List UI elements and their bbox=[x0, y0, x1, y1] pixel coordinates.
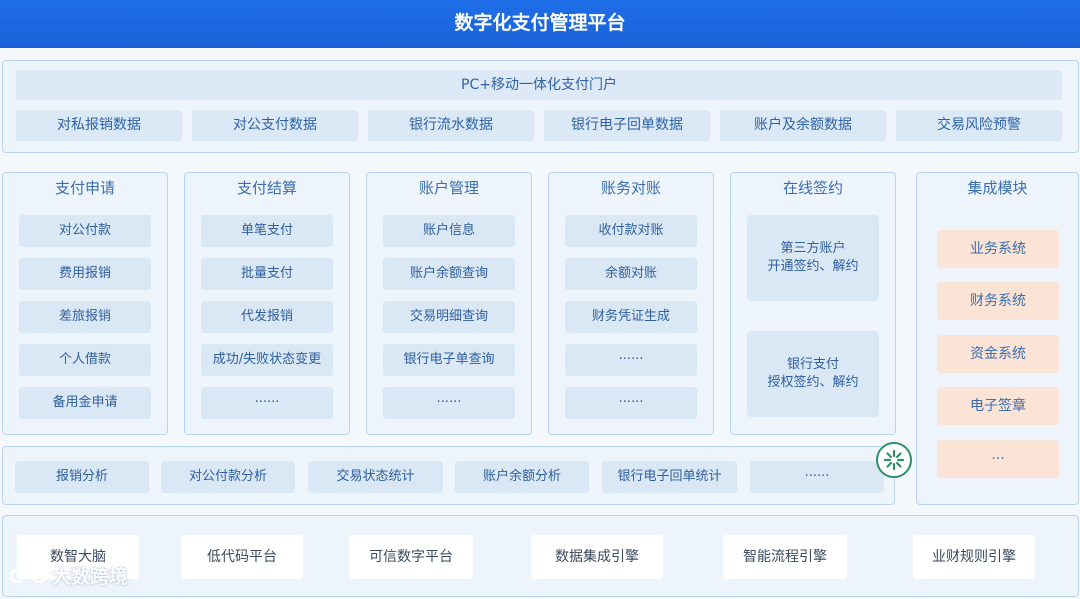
signing-line1: 银行支付 bbox=[786, 357, 839, 372]
module-item[interactable]: ······ bbox=[201, 387, 333, 419]
portal-data-row: 对私报销数据 对公支付数据 银行流水数据 银行电子回单数据 账户及余额数据 交易… bbox=[16, 110, 1062, 141]
module-item[interactable]: 余额对账 bbox=[565, 258, 697, 290]
module-item[interactable]: 个人借款 bbox=[19, 344, 151, 376]
module-item[interactable]: 代发报销 bbox=[201, 301, 333, 333]
module-item[interactable]: 银行电子单查询 bbox=[383, 344, 515, 376]
module-title: 集成模块 bbox=[967, 179, 1028, 197]
integration-item[interactable]: 电子签章 bbox=[937, 387, 1059, 425]
module-title: 在线签约 bbox=[782, 179, 843, 197]
module-item[interactable]: 成功/失败状态变更 bbox=[201, 344, 333, 376]
module-item[interactable]: 批量支付 bbox=[201, 258, 333, 290]
module-payment-application: 支付申请 对公付款 费用报销 差旅报销 个人借款 备用金申请 bbox=[2, 172, 168, 435]
watermark-logo-icon bbox=[9, 565, 47, 583]
module-item[interactable]: 收付款对账 bbox=[565, 215, 697, 247]
analysis-panel: 报销分析 对公付款分析 交易状态统计 账户余额分析 银行电子回单统计 ·····… bbox=[2, 446, 895, 505]
portal-item-e-receipt[interactable]: 银行电子回单数据 bbox=[544, 110, 710, 141]
base-platform-panel: 数智大脑 低代码平台 可信数字平台 数据集成引擎 智能流程引擎 业财规则引擎 bbox=[2, 515, 1079, 597]
module-title: 账务对账 bbox=[600, 179, 661, 197]
analysis-item[interactable]: 对公付款分析 bbox=[161, 461, 295, 493]
signing-third-party-account[interactable]: 第三方账户 开通签约、解约 bbox=[747, 215, 879, 301]
module-item[interactable]: 财务凭证生成 bbox=[565, 301, 697, 333]
portal-item-corporate-payment[interactable]: 对公支付数据 bbox=[192, 110, 358, 141]
page-title: 数字化支付管理平台 bbox=[0, 0, 1080, 48]
analysis-item[interactable]: 报销分析 bbox=[15, 461, 149, 493]
analysis-item[interactable]: 账户余额分析 bbox=[455, 461, 589, 493]
base-item[interactable]: 数据集成引擎 bbox=[531, 535, 663, 579]
module-title: 账户管理 bbox=[418, 179, 479, 197]
analysis-item[interactable]: 交易状态统计 bbox=[308, 461, 443, 493]
module-reconciliation: 账务对账 收付款对账 余额对账 财务凭证生成 ······ ······ bbox=[548, 172, 714, 435]
integration-item[interactable]: 业务系统 bbox=[937, 230, 1059, 268]
watermark: 大数跨境 bbox=[8, 562, 128, 589]
module-item[interactable]: 对公付款 bbox=[19, 215, 151, 247]
integration-item[interactable]: ··· bbox=[937, 440, 1059, 478]
module-item[interactable]: 差旅报销 bbox=[19, 301, 151, 333]
module-integration: 集成模块 业务系统 财务系统 资金系统 电子签章 ··· bbox=[916, 172, 1079, 505]
portal-item-bank-flow[interactable]: 银行流水数据 bbox=[368, 110, 534, 141]
portal-item-private-reimbursement[interactable]: 对私报销数据 bbox=[16, 110, 182, 141]
module-title: 支付申请 bbox=[54, 179, 115, 197]
module-item[interactable]: ······ bbox=[565, 344, 697, 376]
signing-line2: 授权签约、解约 bbox=[767, 375, 859, 390]
module-item[interactable]: ······ bbox=[383, 387, 515, 419]
integration-item[interactable]: 资金系统 bbox=[937, 335, 1059, 373]
signing-bank-payment[interactable]: 银行支付 授权签约、解约 bbox=[747, 331, 879, 417]
connector-badge-icon bbox=[876, 442, 912, 478]
watermark-text: 大数跨境 bbox=[52, 566, 129, 588]
base-item[interactable]: 业财规则引擎 bbox=[913, 535, 1035, 579]
portal-heading: PC+移动一体化支付门户 bbox=[16, 70, 1062, 100]
module-payment-settlement: 支付结算 单笔支付 批量支付 代发报销 成功/失败状态变更 ······ bbox=[184, 172, 350, 435]
module-item[interactable]: 账户信息 bbox=[383, 215, 515, 247]
module-online-signing: 在线签约 第三方账户 开通签约、解约 银行支付 授权签约、解约 bbox=[730, 172, 896, 435]
analysis-item[interactable]: ······ bbox=[750, 461, 884, 493]
signing-line2: 开通签约、解约 bbox=[767, 259, 859, 274]
analysis-item[interactable]: 银行电子回单统计 bbox=[602, 461, 737, 493]
module-item[interactable]: 备用金申请 bbox=[19, 387, 151, 419]
module-item[interactable]: 单笔支付 bbox=[201, 215, 333, 247]
module-item[interactable]: 账户余额查询 bbox=[383, 258, 515, 290]
base-item[interactable]: 可信数字平台 bbox=[349, 535, 473, 579]
module-item[interactable]: 交易明细查询 bbox=[383, 301, 515, 333]
base-item[interactable]: 低代码平台 bbox=[181, 535, 303, 579]
module-account-management: 账户管理 账户信息 账户余额查询 交易明细查询 银行电子单查询 ······ bbox=[366, 172, 532, 435]
base-item[interactable]: 智能流程引擎 bbox=[723, 535, 847, 579]
module-item[interactable]: 费用报销 bbox=[19, 258, 151, 290]
portal-item-account-balance[interactable]: 账户及余额数据 bbox=[720, 110, 886, 141]
portal-item-risk-alert[interactable]: 交易风险预警 bbox=[896, 110, 1062, 141]
signing-line1: 第三方账户 bbox=[780, 241, 846, 256]
integration-item[interactable]: 财务系统 bbox=[937, 282, 1059, 320]
module-item[interactable]: ······ bbox=[565, 387, 697, 419]
module-title: 支付结算 bbox=[236, 179, 297, 197]
